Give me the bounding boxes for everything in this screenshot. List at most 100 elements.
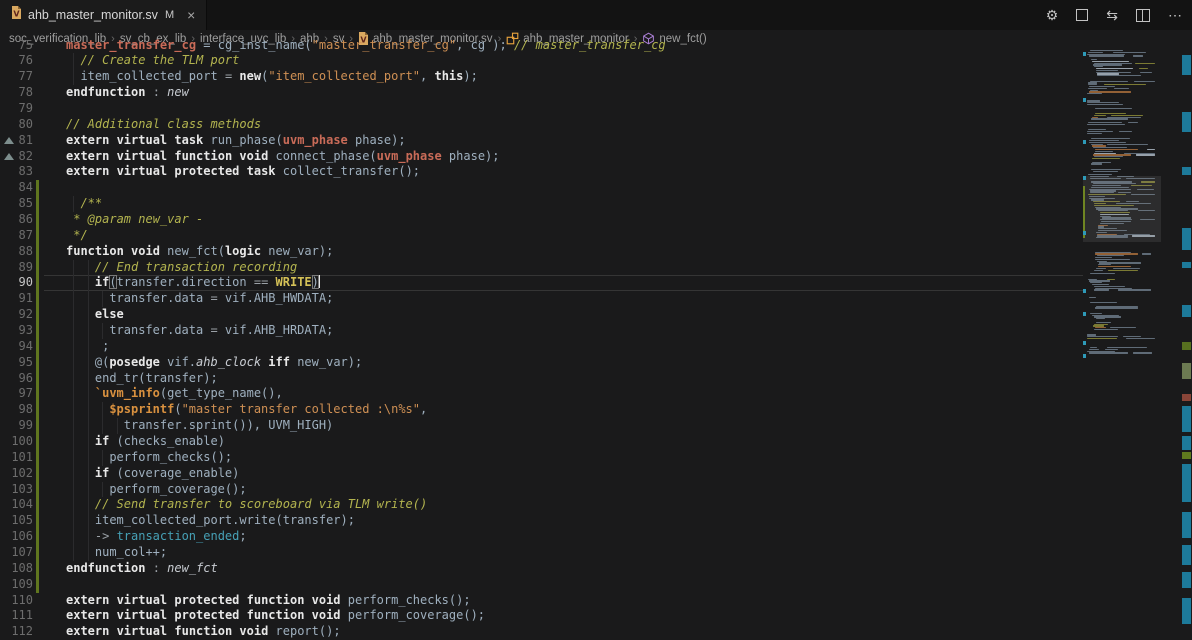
code-line[interactable]: 100if (checks_enable) [0,434,1083,450]
code-line[interactable]: 76// Create the TLM port [0,53,1083,69]
minimap-line [1088,88,1107,89]
code-text: if(transfer.direction == WRITE) [95,275,321,291]
code-line[interactable]: 87 */ [0,228,1083,244]
indent-guide [88,339,89,355]
line-number: 94 [0,339,33,355]
indent-guide [73,450,74,466]
code-line[interactable]: 79 [0,101,1083,117]
code-line[interactable]: 86* @param new_var - [0,212,1083,228]
code-line[interactable]: 111extern virtual protected function voi… [0,608,1083,624]
code-line[interactable]: 106-> transaction_ended; [0,529,1083,545]
code-line[interactable]: 92else [0,307,1083,323]
code-text: transfer.sprint()), UVM_HIGH) [124,418,334,434]
code-line[interactable]: 112extern virtual function void report()… [0,624,1083,640]
code-line[interactable]: 99transfer.sprint()), UVM_HIGH) [0,418,1083,434]
indent-guide [73,323,74,339]
minimap-line [1139,68,1148,69]
code-line[interactable]: 77item_collected_port = new("item_collec… [0,69,1083,85]
modified-line-indicator [36,577,39,593]
code-line[interactable]: 91transfer.data = vif.AHB_HWDATA; [0,291,1083,307]
code-line[interactable]: 96 end_tr(transfer); [0,371,1083,387]
minimap-line [1096,268,1106,269]
code-line[interactable]: 80// Additional class methods [0,117,1083,133]
line-number: 92 [0,307,33,323]
line-number: 95 [0,355,33,371]
minimap-line [1087,104,1123,105]
indent-guide [88,482,89,498]
code-line[interactable]: 98$psprintf("master transfer collected :… [0,402,1083,418]
indent-guide [88,260,89,276]
settings-gear-icon[interactable]: ⚙ [1046,7,1059,24]
indent-guide [88,291,89,307]
code-line[interactable]: 83extern virtual protected task collect_… [0,164,1083,180]
minimap-line [1091,163,1102,164]
code-line[interactable]: 84 [0,180,1083,196]
code-text: extern virtual protected task collect_tr… [66,164,420,180]
code-line[interactable]: 101perform_checks(); [0,450,1083,466]
minimap-line [1092,158,1120,159]
code-line[interactable]: 104// Send transfer to scoreboard via TL… [0,497,1083,513]
minimap-line [1118,289,1151,290]
layout-square-icon[interactable] [1076,9,1088,21]
code-line[interactable]: 93transfer.data = vif.AHB_HRDATA; [0,323,1083,339]
code-line[interactable]: 103perform_coverage(); [0,482,1083,498]
indent-guide [88,545,89,561]
line-number: 84 [0,180,33,196]
line-number: 96 [0,371,33,387]
line-number: 97 [0,386,33,402]
line-number: 90 [0,275,33,291]
code-line[interactable]: 105item_collected_port.write(transfer); [0,513,1083,529]
code-line[interactable]: 90 if(transfer.direction == WRITE) [0,275,1083,291]
code-text: // Additional class methods [66,117,261,133]
indent-guide [73,529,74,545]
code-text: end_tr(transfer); [95,371,218,387]
code-line[interactable]: 81extern virtual task run_phase(uvm_phas… [0,133,1083,149]
line-number: 86 [0,212,33,228]
minimap-line [1094,329,1118,330]
minimap-line [1133,55,1143,56]
modified-line-indicator [36,275,39,291]
close-icon[interactable]: × [187,8,195,22]
compare-changes-icon[interactable]: ⇆ [1106,7,1118,24]
code-text: // End transaction recording [95,260,297,276]
indent-guide [73,386,74,402]
code-editor[interactable]: 75master_transfer_cg = cg_inst_name("mas… [0,47,1192,630]
line-number: 105 [0,513,33,529]
code-line[interactable]: 95@(posedge vif.ahb_clock iff new_var); [0,355,1083,371]
indent-guide [88,275,89,291]
overview-ruler-mark [1182,363,1191,379]
minimap[interactable] [1083,47,1161,630]
minimap-line [1136,154,1155,155]
code-line[interactable]: 110extern virtual protected function voi… [0,593,1083,609]
minimap-line [1095,151,1113,152]
split-editor-icon[interactable] [1136,9,1150,22]
code-line[interactable]: 75master_transfer_cg = cg_inst_name("mas… [0,38,1083,54]
code-line[interactable]: 107num_col++; [0,545,1083,561]
modified-badge: M [165,9,174,21]
code-line[interactable]: 102if (coverage_enable) [0,466,1083,482]
line-number: 102 [0,466,33,482]
tab-ahb-master-monitor[interactable]: V ahb_master_monitor.sv M × [0,0,207,30]
code-line[interactable]: 78endfunction : new [0,85,1083,101]
overview-ruler[interactable] [1181,47,1192,630]
indent-guide [88,418,89,434]
code-line[interactable]: 82extern virtual function void connect_p… [0,149,1083,165]
minimap-line [1142,253,1151,254]
line-number: 87 [0,228,33,244]
more-actions-icon[interactable]: ⋯ [1168,7,1182,24]
minimap-line [1095,108,1132,109]
code-line[interactable]: 89// End transaction recording [0,260,1083,276]
line-number: 76 [0,53,33,69]
modified-line-indicator [36,196,39,212]
indent-guide [102,402,103,418]
minimap-visible-region[interactable] [1083,176,1161,242]
code-line[interactable]: 88function void new_fct(logic new_var); [0,244,1083,260]
code-line[interactable]: 94; [0,339,1083,355]
code-line[interactable]: 97`uvm_info(get_type_name(), [0,386,1083,402]
indent-guide [73,69,74,85]
code-line[interactable]: 85/** [0,196,1083,212]
indent-guide [73,53,74,69]
code-line[interactable]: 108endfunction : new_fct [0,561,1083,577]
code-line[interactable]: 109 [0,577,1083,593]
code-text: */ [73,228,87,244]
